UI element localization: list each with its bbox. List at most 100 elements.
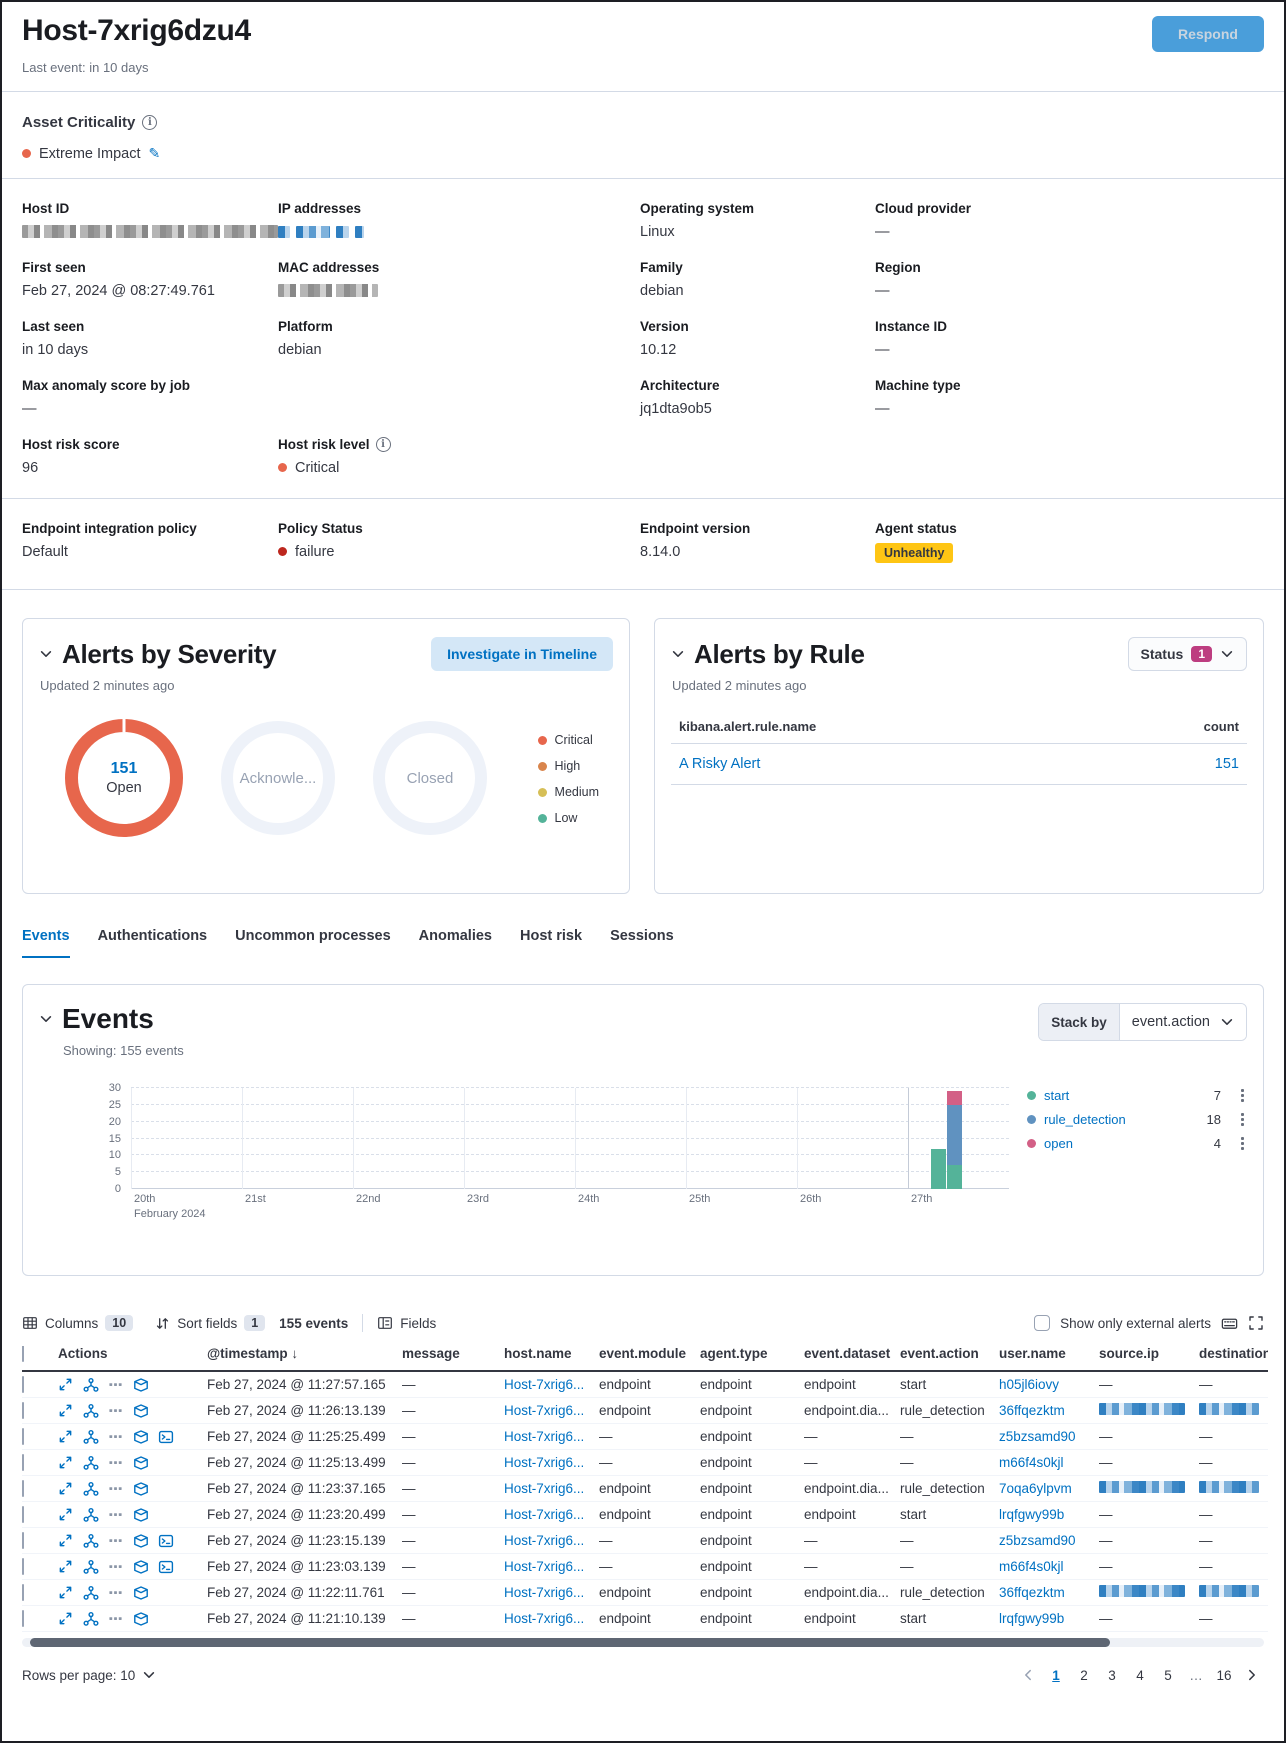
host-name-link[interactable]: Host-7xrig6... xyxy=(504,1533,599,1548)
tab-host-risk[interactable]: Host risk xyxy=(520,928,582,958)
histogram-bar[interactable] xyxy=(947,1091,962,1189)
series-label[interactable]: start xyxy=(1044,1088,1069,1103)
tab-uncommon-processes[interactable]: Uncommon processes xyxy=(235,928,391,958)
user-name-link[interactable]: lrqfgwy99b xyxy=(999,1507,1099,1522)
investigate-in-timeline-icon[interactable] xyxy=(133,1377,149,1393)
analyze-event-icon[interactable] xyxy=(83,1455,99,1471)
investigate-in-timeline-button[interactable]: Investigate in Timeline xyxy=(431,637,613,671)
analyze-event-icon[interactable] xyxy=(83,1403,99,1419)
tab-authentications[interactable]: Authentications xyxy=(98,928,208,958)
expand-event-icon[interactable] xyxy=(58,1533,74,1549)
column-header-timestamp[interactable]: @timestamp ↓ xyxy=(207,1346,402,1361)
investigate-in-timeline-icon[interactable] xyxy=(133,1533,149,1549)
external-alerts-checkbox[interactable] xyxy=(1034,1315,1050,1331)
series-label[interactable]: rule_detection xyxy=(1044,1112,1126,1127)
page-button-3[interactable]: 3 xyxy=(1100,1663,1124,1687)
analyze-event-icon[interactable] xyxy=(83,1429,99,1445)
select-all-checkbox[interactable] xyxy=(22,1346,24,1362)
open-alerts-count[interactable]: 151 xyxy=(111,760,138,778)
investigate-in-timeline-icon[interactable] xyxy=(133,1403,149,1419)
scrollbar-thumb[interactable] xyxy=(30,1638,1110,1647)
column-header-eventaction[interactable]: event.action xyxy=(900,1346,999,1361)
column-header-message[interactable]: message xyxy=(402,1346,504,1361)
expand-event-icon[interactable] xyxy=(58,1429,74,1445)
tab-events[interactable]: Events xyxy=(22,928,70,958)
row-checkbox[interactable] xyxy=(22,1558,24,1575)
investigate-in-timeline-icon[interactable] xyxy=(133,1559,149,1575)
tab-sessions[interactable]: Sessions xyxy=(610,928,674,958)
closed-alerts-ring[interactable]: Closed xyxy=(373,721,487,835)
page-button-5[interactable]: 5 xyxy=(1156,1663,1180,1687)
user-name-link[interactable]: m66f4s0kjl xyxy=(999,1559,1099,1574)
more-actions-icon[interactable] xyxy=(108,1585,124,1601)
expand-event-icon[interactable] xyxy=(58,1377,74,1393)
sort-fields-button[interactable]: Sort fields 1 xyxy=(155,1315,265,1331)
rows-per-page-button[interactable]: Rows per page: 10 xyxy=(22,1668,156,1683)
user-name-link[interactable]: z5bzsamd90 xyxy=(999,1429,1099,1444)
host-name-link[interactable]: Host-7xrig6... xyxy=(504,1481,599,1496)
expand-event-icon[interactable] xyxy=(58,1455,74,1471)
analyze-event-icon[interactable] xyxy=(83,1481,99,1497)
host-name-link[interactable]: Host-7xrig6... xyxy=(504,1507,599,1522)
expand-event-icon[interactable] xyxy=(58,1559,74,1575)
expand-event-icon[interactable] xyxy=(58,1611,74,1627)
page-button-2[interactable]: 2 xyxy=(1072,1663,1096,1687)
row-checkbox[interactable] xyxy=(22,1506,24,1523)
keyboard-shortcuts-icon[interactable] xyxy=(1221,1315,1238,1332)
page-button-16[interactable]: 16 xyxy=(1212,1663,1236,1687)
row-checkbox[interactable] xyxy=(22,1532,24,1549)
more-actions-icon[interactable] xyxy=(108,1455,124,1471)
column-header-username[interactable]: user.name xyxy=(999,1346,1099,1361)
more-actions-icon[interactable] xyxy=(108,1403,124,1419)
row-checkbox[interactable] xyxy=(22,1428,24,1445)
collapse-chevron-icon[interactable] xyxy=(39,647,53,661)
investigate-in-timeline-icon[interactable] xyxy=(133,1429,149,1445)
host-name-link[interactable]: Host-7xrig6... xyxy=(504,1585,599,1600)
row-checkbox[interactable] xyxy=(22,1610,24,1627)
column-header-Actions[interactable]: Actions xyxy=(58,1346,207,1361)
analyze-event-icon[interactable] xyxy=(83,1559,99,1575)
page-button-1[interactable]: 1 xyxy=(1044,1663,1068,1687)
more-actions-icon[interactable] xyxy=(108,1533,124,1549)
expand-event-icon[interactable] xyxy=(58,1403,74,1419)
analyze-event-icon[interactable] xyxy=(83,1533,99,1549)
user-name-link[interactable]: h05jl6iovy xyxy=(999,1377,1099,1392)
user-name-link[interactable]: z5bzsamd90 xyxy=(999,1533,1099,1548)
more-actions-icon[interactable] xyxy=(108,1429,124,1445)
host-name-link[interactable]: Host-7xrig6... xyxy=(504,1611,599,1626)
session-view-icon[interactable] xyxy=(158,1429,174,1445)
series-menu-icon[interactable] xyxy=(1237,1113,1247,1126)
row-checkbox[interactable] xyxy=(22,1402,24,1419)
status-filter-button[interactable]: Status 1 xyxy=(1128,637,1247,671)
investigate-in-timeline-icon[interactable] xyxy=(133,1611,149,1627)
column-header-sourceip[interactable]: source.ip xyxy=(1099,1346,1199,1361)
investigate-in-timeline-icon[interactable] xyxy=(133,1585,149,1601)
tab-anomalies[interactable]: Anomalies xyxy=(419,928,492,958)
user-name-link[interactable]: 36ffqezktm xyxy=(999,1585,1099,1600)
collapse-chevron-icon[interactable] xyxy=(39,1012,53,1026)
columns-button[interactable]: Columns 10 xyxy=(22,1315,133,1331)
fullscreen-icon[interactable] xyxy=(1248,1315,1264,1331)
investigate-in-timeline-icon[interactable] xyxy=(133,1455,149,1471)
user-name-link[interactable]: m66f4s0kjl xyxy=(999,1455,1099,1470)
previous-page-button[interactable] xyxy=(1016,1663,1040,1687)
session-view-icon[interactable] xyxy=(158,1533,174,1549)
host-name-link[interactable]: Host-7xrig6... xyxy=(504,1429,599,1444)
series-menu-icon[interactable] xyxy=(1237,1137,1247,1150)
expand-event-icon[interactable] xyxy=(58,1507,74,1523)
column-header-hostname[interactable]: host.name xyxy=(504,1346,599,1361)
row-checkbox[interactable] xyxy=(22,1584,24,1601)
host-name-link[interactable]: Host-7xrig6... xyxy=(504,1559,599,1574)
stack-by-select[interactable]: event.action xyxy=(1120,1004,1246,1040)
host-name-link[interactable]: Host-7xrig6... xyxy=(504,1403,599,1418)
page-button-4[interactable]: 4 xyxy=(1128,1663,1152,1687)
rule-name-link[interactable]: A Risky Alert xyxy=(679,756,1179,772)
next-page-button[interactable] xyxy=(1240,1663,1264,1687)
row-checkbox[interactable] xyxy=(22,1480,24,1497)
more-actions-icon[interactable] xyxy=(108,1481,124,1497)
acknowledged-alerts-ring[interactable]: Acknowle... xyxy=(221,721,335,835)
fields-button[interactable]: Fields xyxy=(377,1315,436,1331)
row-checkbox[interactable] xyxy=(22,1376,24,1393)
investigate-in-timeline-icon[interactable] xyxy=(133,1481,149,1497)
session-view-icon[interactable] xyxy=(158,1559,174,1575)
